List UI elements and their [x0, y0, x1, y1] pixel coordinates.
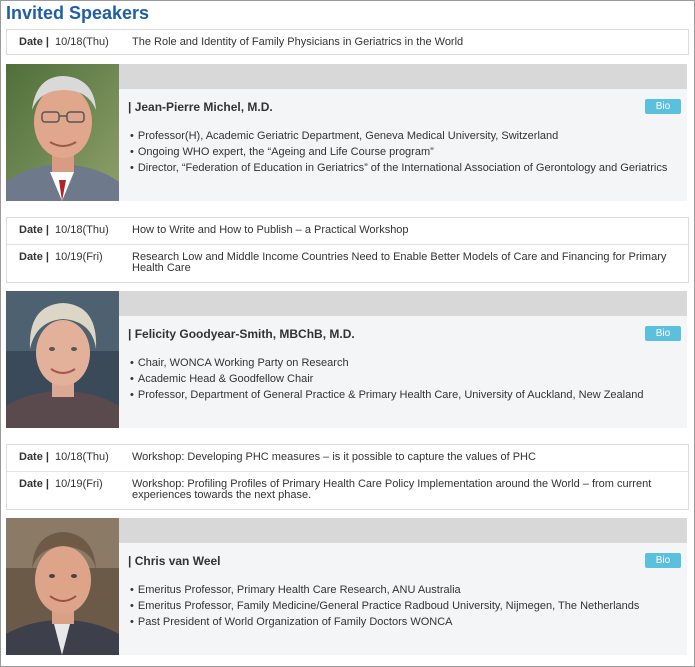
bio-button[interactable]: Bio: [645, 553, 681, 568]
date-label: Date: [19, 451, 43, 463]
speaker-header-bar: [119, 518, 687, 543]
credential-item: Director, “Federation of Education in Ge…: [130, 160, 668, 176]
credential-item: Emeritus Professor, Primary Health Care …: [130, 582, 639, 598]
page-title: Invited Speakers: [6, 3, 150, 23]
schedule-date: 10/18(Thu): [55, 224, 109, 236]
schedule-title: How to Write and How to Publish – a Prac…: [132, 224, 409, 236]
schedule-title: Research Low and Middle Income Countries…: [132, 251, 667, 274]
schedule-row: Date | 10/18(Thu) Workshop: Developing P…: [7, 445, 688, 471]
speaker-name: | Felicity Goodyear-Smith, MBChB, M.D.: [128, 327, 355, 341]
credential-item: Emeritus Professor, Family Medicine/Gene…: [130, 598, 640, 614]
speaker-credentials: Professor(H), Academic Geriatric Departm…: [130, 128, 668, 176]
speaker-photo: [6, 64, 119, 201]
schedule-row: Date | 10/18(Thu) How to Write and How t…: [7, 218, 688, 244]
schedule-date: 10/19(Fri): [55, 478, 103, 490]
speaker-card: | Jean-Pierre Michel, M.D. Bio Professor…: [6, 64, 687, 201]
schedule-table: Date | 10/18(Thu) Workshop: Developing P…: [6, 444, 689, 510]
speaker-credentials: Emeritus Professor, Primary Health Care …: [130, 582, 640, 630]
schedule-date: 10/18(Thu): [55, 36, 109, 48]
credential-item: Professor, Department of General Practic…: [130, 387, 644, 403]
schedule-row: Date | 10/19(Fri) Research Low and Middl…: [7, 244, 688, 282]
schedule-table: Date | 10/18(Thu) How to Write and How t…: [6, 217, 689, 283]
credential-item: Ongoing WHO expert, the “Ageing and Life…: [130, 144, 667, 160]
date-label: Date: [19, 36, 43, 48]
schedule-date: 10/19(Fri): [55, 251, 103, 263]
bio-button[interactable]: Bio: [645, 326, 681, 341]
bio-button[interactable]: Bio: [645, 99, 681, 114]
schedule-title: Workshop: Developing PHC measures – is i…: [132, 451, 536, 463]
credential-item: Chair, WONCA Working Party on Research: [130, 355, 643, 371]
date-label: Date: [19, 224, 43, 236]
schedule-table: Date | 10/18(Thu) The Role and Identity …: [6, 29, 689, 55]
schedule-row: Date | 10/18(Thu) The Role and Identity …: [7, 30, 688, 54]
date-label: Date: [19, 478, 43, 490]
schedule-title: Workshop: Profiling Profiles of Primary …: [132, 478, 652, 501]
speaker-card: | Chris van Weel Bio Emeritus Professor,…: [6, 518, 687, 655]
credential-item: Past President of World Organization of …: [130, 614, 639, 630]
date-label: Date: [19, 251, 43, 263]
speaker-name: | Jean-Pierre Michel, M.D.: [128, 100, 273, 114]
speaker-photo: [6, 518, 119, 655]
speaker-photo: [6, 291, 119, 428]
speaker-credentials: Chair, WONCA Working Party on Research A…: [130, 355, 644, 403]
speaker-header-bar: [119, 64, 687, 89]
speaker-header-bar: [119, 291, 687, 316]
credential-item: Professor(H), Academic Geriatric Departm…: [130, 128, 667, 144]
credential-item: Academic Head & Goodfellow Chair: [130, 371, 643, 387]
schedule-date: 10/18(Thu): [55, 451, 109, 463]
speaker-card: | Felicity Goodyear-Smith, MBChB, M.D. B…: [6, 291, 687, 428]
schedule-title: The Role and Identity of Family Physicia…: [132, 36, 464, 48]
schedule-row: Date | 10/19(Fri) Workshop: Profiling Pr…: [7, 471, 688, 509]
speaker-name: | Chris van Weel: [128, 554, 221, 568]
